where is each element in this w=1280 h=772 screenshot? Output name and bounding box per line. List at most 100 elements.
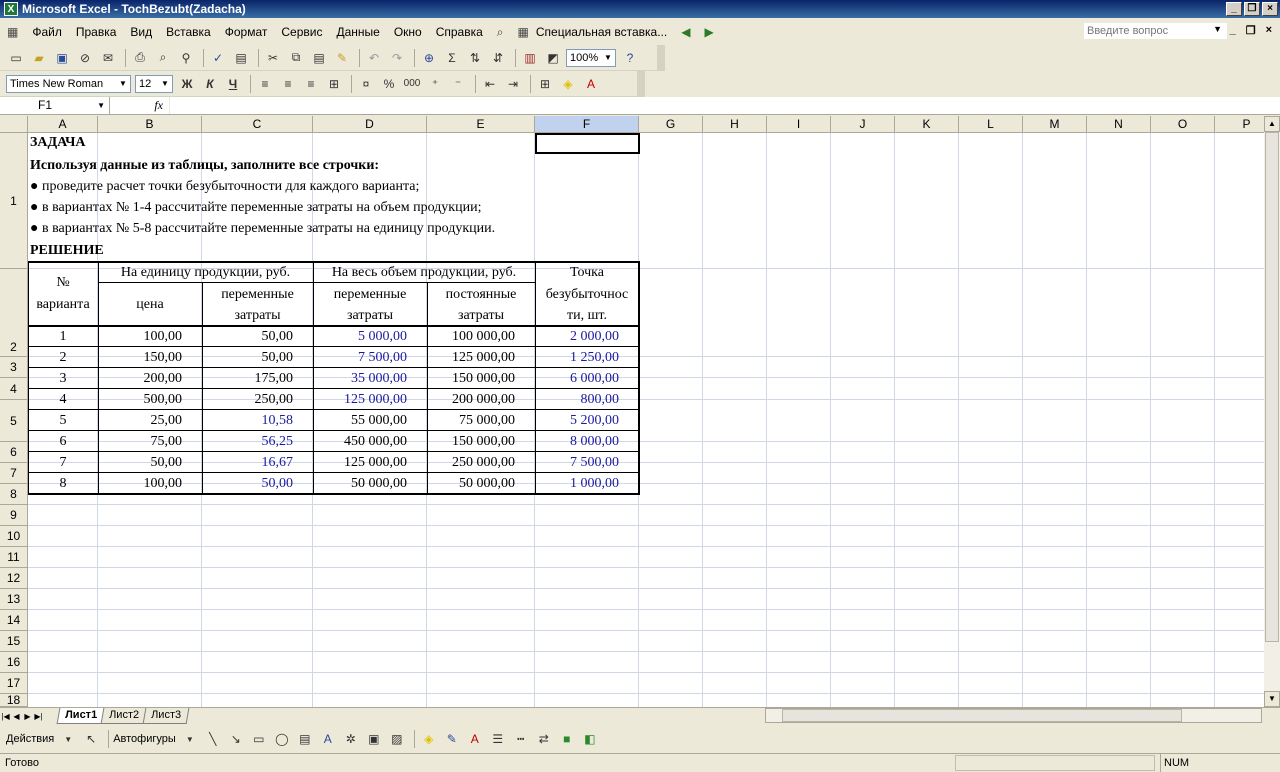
column-header-p[interactable]: P xyxy=(1215,116,1264,133)
header-per-unit[interactable]: На единицу продукции, руб. xyxy=(98,262,313,283)
fill-color-icon[interactable]: ◈ xyxy=(558,74,578,94)
scroll-thumb[interactable] xyxy=(782,709,1182,722)
var-unit-cell[interactable]: 175,00 xyxy=(202,368,313,389)
undo-icon[interactable]: ↶ xyxy=(364,48,384,68)
solution-title[interactable]: РЕШЕНИЕ xyxy=(30,240,230,261)
row-header-5[interactable]: 5 xyxy=(0,400,28,442)
research-book-icon[interactable]: ▤ xyxy=(231,48,251,68)
variant-cell[interactable]: 5 xyxy=(28,410,98,431)
var-total-cell[interactable]: 125 000,00 xyxy=(313,389,427,410)
chevron-down-icon[interactable]: ▼ xyxy=(180,729,200,749)
font-name-select[interactable]: Times New Roman ▼ xyxy=(6,74,131,93)
breakeven-cell[interactable]: 5 200,00 xyxy=(535,410,639,431)
spelling-icon[interactable]: ✓ xyxy=(208,48,228,68)
shadow-icon[interactable]: ■ xyxy=(557,729,577,749)
row-header-13[interactable]: 13 xyxy=(0,589,28,610)
tab-sheet3[interactable]: Лист3 xyxy=(142,708,190,724)
actions-menu[interactable]: Действия xyxy=(6,733,54,745)
scroll-up-icon[interactable]: ▲ xyxy=(1264,116,1280,132)
column-header-n[interactable]: N xyxy=(1087,116,1151,133)
variant-cell[interactable]: 1 xyxy=(28,326,98,347)
decrease-indent-icon[interactable]: ⇤ xyxy=(480,74,500,94)
permission-icon[interactable]: ⊘ xyxy=(75,48,95,68)
menu-data[interactable]: Данные xyxy=(329,22,386,42)
align-center-icon[interactable]: ≡ xyxy=(278,74,298,94)
var-unit-cell[interactable]: 56,25 xyxy=(202,431,313,452)
variant-cell[interactable]: 8 xyxy=(28,473,98,494)
header-var-costs[interactable]: затраты xyxy=(202,305,313,326)
workbook-icon[interactable]: ▦ xyxy=(0,22,25,42)
breakeven-cell[interactable]: 6 000,00 xyxy=(535,368,639,389)
var-total-cell[interactable]: 55 000,00 xyxy=(313,410,427,431)
merge-center-icon[interactable]: ⊞ xyxy=(324,74,344,94)
tab-sheet1[interactable]: Лист1 xyxy=(56,708,106,724)
menu-tools[interactable]: Сервис xyxy=(274,22,329,42)
new-icon[interactable]: ▭ xyxy=(6,48,26,68)
menu-view[interactable]: Вид xyxy=(123,22,159,42)
selected-cell-f1[interactable] xyxy=(535,133,640,154)
research-icon[interactable]: ⚲ xyxy=(176,48,196,68)
row-header-17[interactable]: 17 xyxy=(0,673,28,694)
chevron-down-icon[interactable]: ▼ xyxy=(1213,24,1222,34)
row-header-14[interactable]: 14 xyxy=(0,610,28,631)
row-header-8[interactable]: 8 xyxy=(0,484,28,505)
column-header-o[interactable]: O xyxy=(1151,116,1215,133)
fill-color-icon[interactable]: ◈ xyxy=(419,729,439,749)
var-unit-cell[interactable]: 16,67 xyxy=(202,452,313,473)
row-header-12[interactable]: 12 xyxy=(0,568,28,589)
close-button[interactable]: × xyxy=(1262,2,1278,16)
var-total-cell[interactable]: 450 000,00 xyxy=(313,431,427,452)
fixed-cost-cell[interactable]: 50 000,00 xyxy=(427,473,535,494)
diagram-icon[interactable]: ✲ xyxy=(341,729,361,749)
column-header-c[interactable]: C xyxy=(202,116,313,133)
variant-cell[interactable]: 2 xyxy=(28,347,98,368)
column-header-i[interactable]: I xyxy=(767,116,831,133)
variant-cell[interactable]: 7 xyxy=(28,452,98,473)
textbox-icon[interactable]: ▤ xyxy=(295,729,315,749)
3d-icon[interactable]: ◧ xyxy=(580,729,600,749)
toolbar-grip[interactable] xyxy=(637,70,645,97)
row-header-10[interactable]: 10 xyxy=(0,526,28,547)
horizontal-scrollbar[interactable] xyxy=(765,708,1262,723)
column-header-k[interactable]: K xyxy=(895,116,959,133)
chart-wizard-icon[interactable]: ▥ xyxy=(520,48,540,68)
var-total-cell[interactable]: 5 000,00 xyxy=(313,326,427,347)
header-var-costs-total[interactable]: переменные xyxy=(313,284,427,305)
select-all-corner[interactable] xyxy=(0,116,28,133)
save-icon[interactable]: ▣ xyxy=(52,48,72,68)
row-header-15[interactable]: 15 xyxy=(0,631,28,652)
fixed-cost-cell[interactable]: 150 000,00 xyxy=(427,431,535,452)
row-header-6[interactable]: 6 xyxy=(0,442,28,463)
currency-icon[interactable]: ¤ xyxy=(356,74,376,94)
breakeven-cell[interactable]: 7 500,00 xyxy=(535,452,639,473)
row-header-1[interactable]: 1 xyxy=(0,133,28,269)
picture-icon[interactable]: ▨ xyxy=(387,729,407,749)
wordart-icon[interactable]: A xyxy=(318,729,338,749)
ask-question-input[interactable]: Введите вопрос xyxy=(1083,22,1228,40)
breakeven-cell[interactable]: 2 000,00 xyxy=(535,326,639,347)
sort-descending-icon[interactable]: ⇵ xyxy=(488,48,508,68)
percent-button[interactable]: % xyxy=(379,74,399,94)
header-fixed-costs[interactable]: затраты xyxy=(427,305,535,326)
price-cell[interactable]: 150,00 xyxy=(98,347,202,368)
fixed-cost-cell[interactable]: 100 000,00 xyxy=(427,326,535,347)
oval-icon[interactable]: ◯ xyxy=(272,729,292,749)
back-arrow-icon[interactable]: ◀ xyxy=(674,22,697,42)
name-box[interactable]: F1 ▼ xyxy=(0,97,110,114)
scroll-thumb[interactable] xyxy=(1265,132,1279,642)
doc-close-button[interactable]: × xyxy=(1266,24,1272,37)
next-sheet-icon[interactable]: ▶ xyxy=(22,712,33,721)
help-icon[interactable]: ? xyxy=(620,48,640,68)
breakeven-cell[interactable]: 1 250,00 xyxy=(535,347,639,368)
header-breakeven[interactable]: ти, шт. xyxy=(535,305,639,326)
price-cell[interactable]: 100,00 xyxy=(98,326,202,347)
first-sheet-icon[interactable]: |◀ xyxy=(0,712,11,721)
price-cell[interactable]: 100,00 xyxy=(98,473,202,494)
row-header-4[interactable]: 4 xyxy=(0,378,28,400)
restore-button[interactable]: ❐ xyxy=(1244,2,1260,16)
italic-button[interactable]: К xyxy=(200,74,220,94)
fixed-cost-cell[interactable]: 125 000,00 xyxy=(427,347,535,368)
grid-icon[interactable]: ▦ xyxy=(511,22,536,42)
forward-arrow-icon[interactable]: ▶ xyxy=(697,22,720,42)
column-header-d[interactable]: D xyxy=(313,116,427,133)
